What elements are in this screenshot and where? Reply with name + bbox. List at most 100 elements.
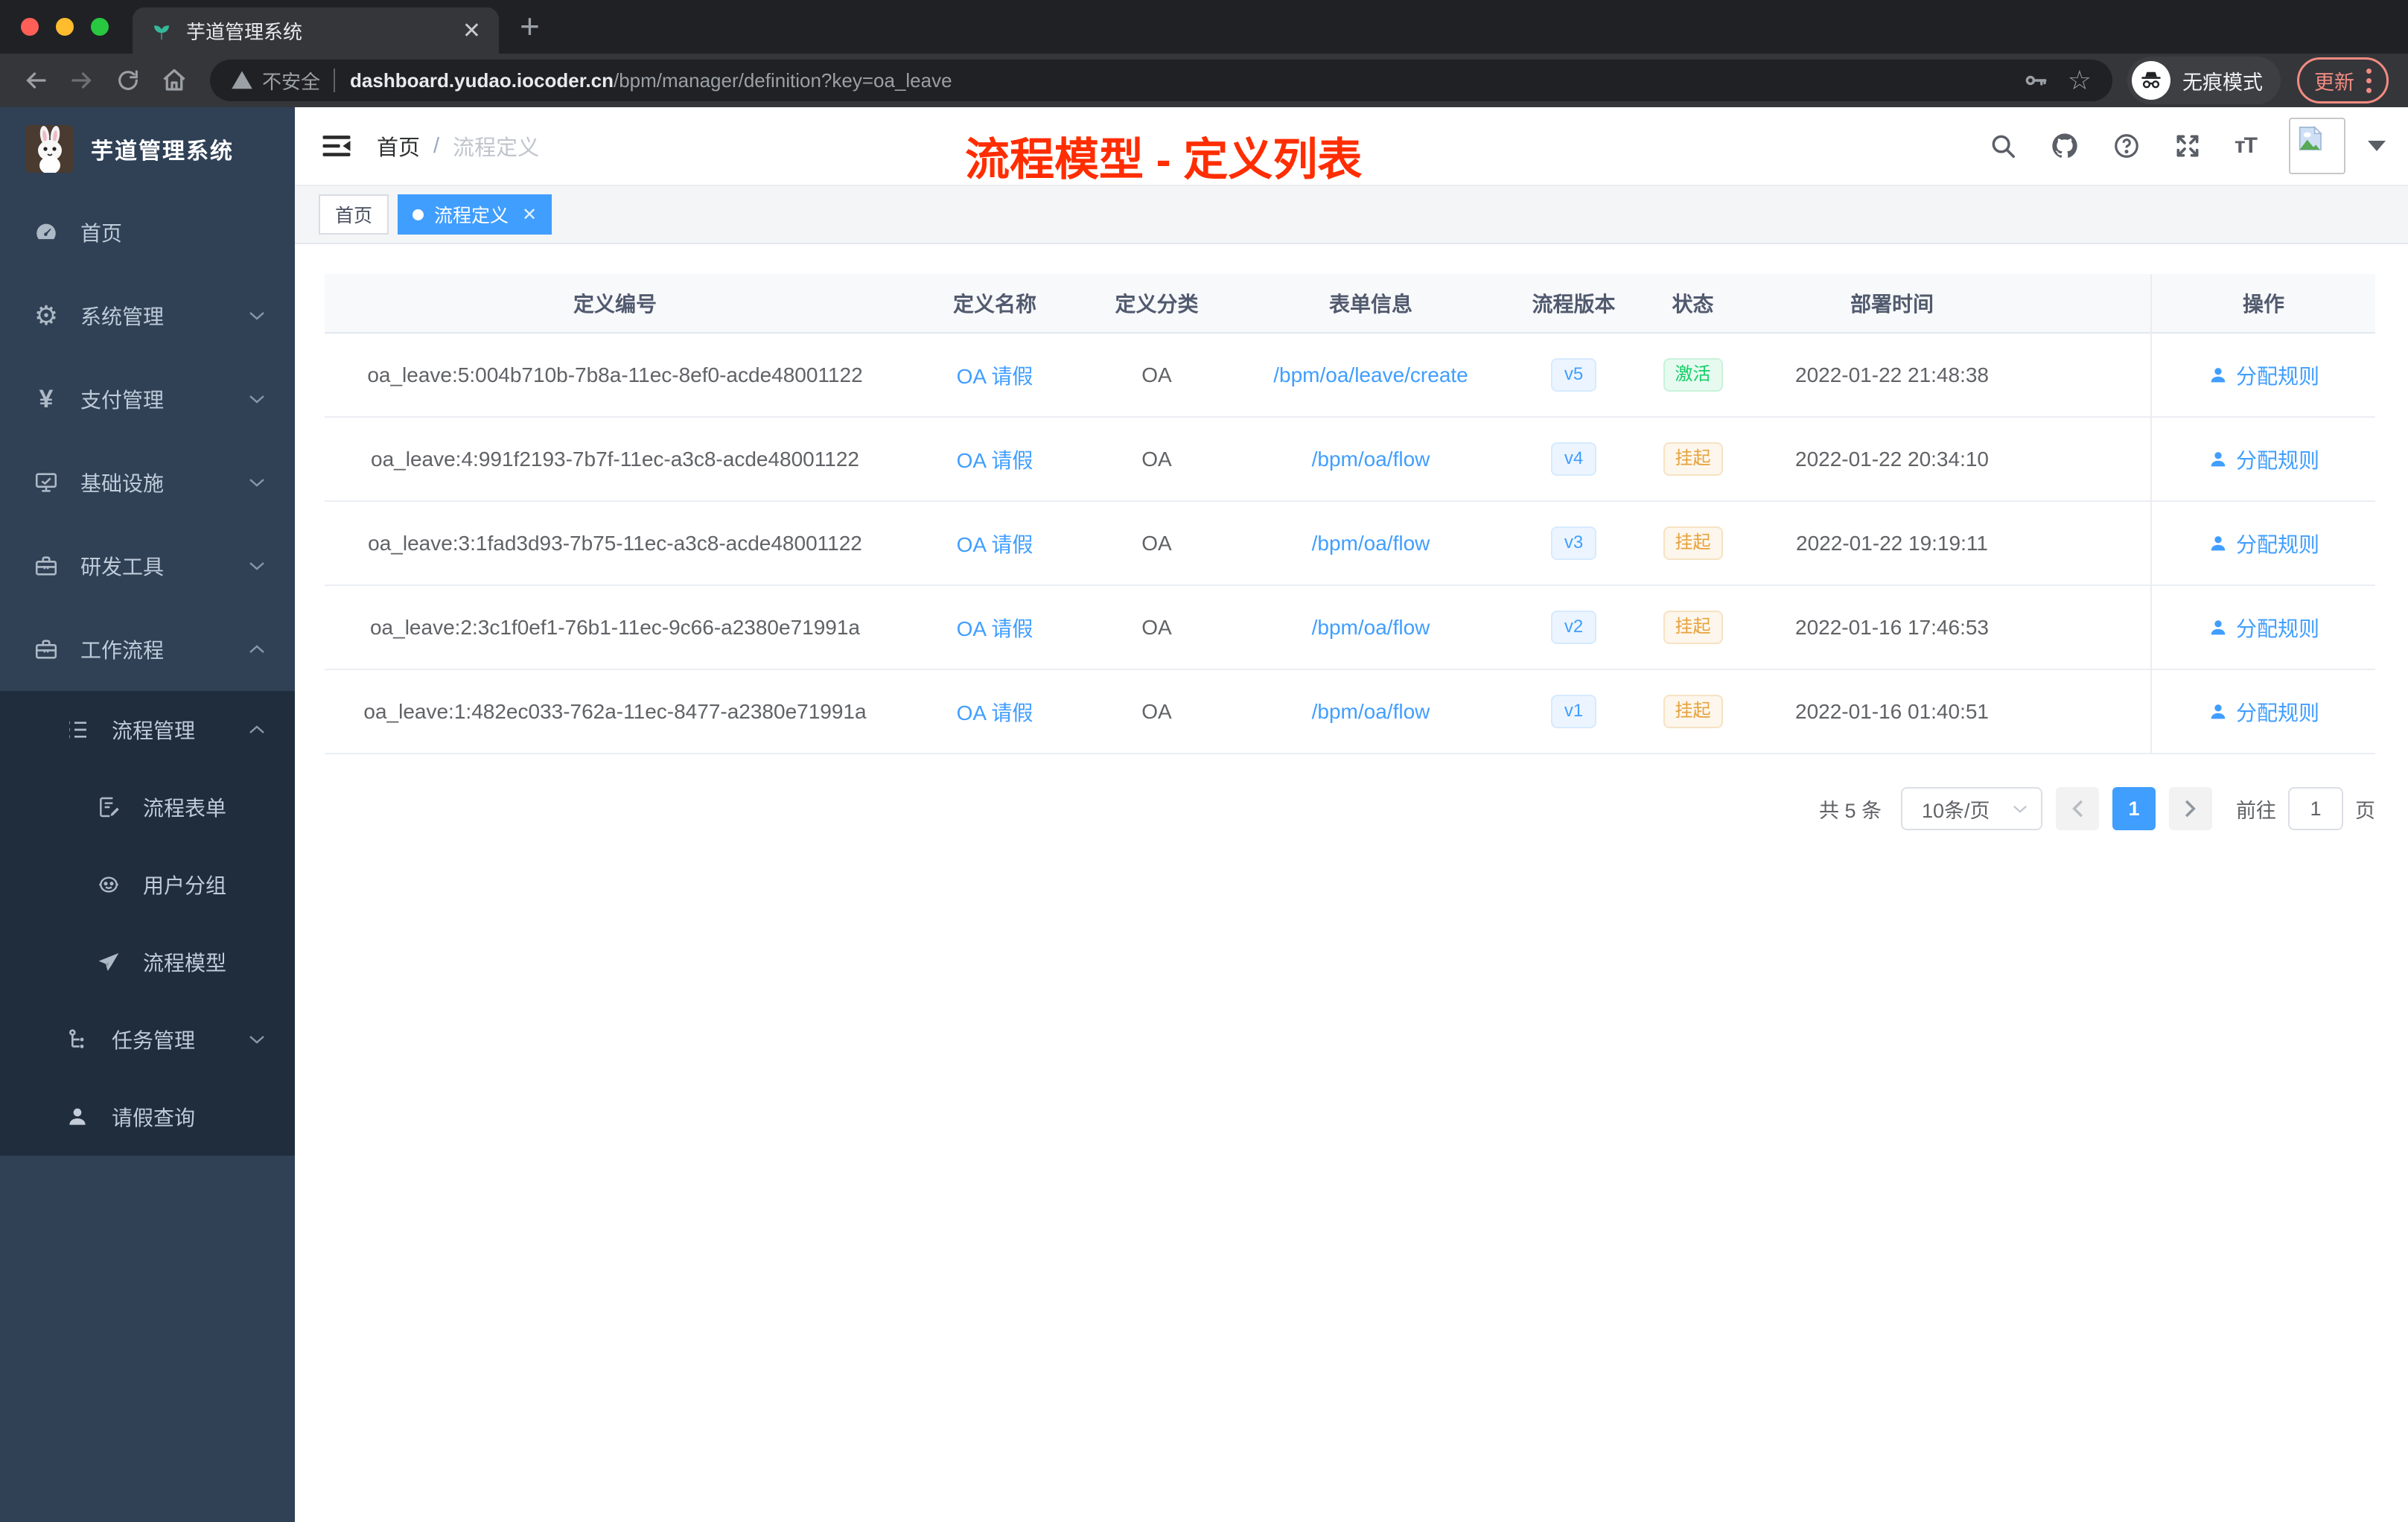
page-unit-label: 页 — [2355, 799, 2375, 822]
assign-rule-button[interactable]: 分配规则 — [2208, 613, 2319, 643]
table-header-row: 定义编号 定义名称 定义分类 表单信息 流程版本 状态 部署时间 操作 — [325, 274, 2375, 334]
update-button[interactable]: 更新 — [2297, 57, 2389, 104]
home-icon[interactable] — [158, 64, 191, 97]
assign-rule-button[interactable]: 分配规则 — [2208, 529, 2319, 558]
sidebar-item-user-group[interactable]: 用户分组 — [0, 846, 295, 923]
browser-tab[interactable]: 芋道管理系统 ✕ — [133, 7, 499, 54]
sidebar-item-home[interactable]: 首页 — [0, 191, 295, 274]
forward-icon[interactable] — [66, 64, 98, 97]
assign-rule-label: 分配规则 — [2235, 617, 2319, 640]
close-window-button[interactable] — [21, 18, 39, 36]
page-size-select[interactable]: 10条/页 — [1901, 787, 2042, 830]
table-row: oa_leave:1:482ec033-762a-11ec-8477-a2380… — [325, 670, 2375, 754]
tag-label: 流程定义 — [434, 206, 509, 226]
main-panel: 流程模型 - 定义列表 首页 / 流程定义 тT 首页 流程定义 ✕ 定义编号 … — [295, 107, 2408, 1522]
prev-page-button[interactable] — [2056, 787, 2099, 830]
tab-close-icon[interactable]: ✕ — [462, 18, 481, 44]
table-row: oa_leave:4:991f2193-7b7f-11ec-a3c8-acde4… — [325, 418, 2375, 502]
sidebar-item-process-model[interactable]: 流程模型 — [0, 923, 295, 1001]
form-link[interactable]: /bpm/oa/flow — [1312, 700, 1430, 724]
assign-rule-button[interactable]: 分配规则 — [2208, 445, 2319, 474]
tag-close-icon[interactable]: ✕ — [522, 204, 537, 226]
goto-label: 前往 — [2236, 799, 2276, 822]
sidebar-item-leave-query[interactable]: 请假查询 — [0, 1078, 295, 1156]
tag-home[interactable]: 首页 — [319, 194, 389, 235]
goto-page-input[interactable]: 1 — [2288, 787, 2343, 830]
form-link[interactable]: /bpm/oa/leave/create — [1273, 363, 1468, 387]
minimize-window-button[interactable] — [56, 18, 74, 36]
definition-name-link[interactable]: OA 请假 — [957, 360, 1033, 390]
definition-name-link[interactable]: OA 请假 — [957, 613, 1033, 643]
user-icon — [2211, 704, 2226, 719]
url-bar[interactable]: 不安全 dashboard.yudao.iocoder.cn/bpm/manag… — [210, 60, 2112, 101]
traffic-lights — [21, 18, 109, 36]
sidebar-item-workflow[interactable]: 工作流程 — [0, 608, 295, 691]
assign-rule-label: 分配规则 — [2235, 701, 2319, 725]
reload-icon[interactable] — [112, 64, 144, 97]
pagination-total: 共 5 条 — [1818, 799, 1882, 822]
assign-rule-button[interactable]: 分配规则 — [2208, 697, 2319, 727]
page-number-button[interactable]: 1 — [2112, 787, 2156, 830]
fullscreen-icon[interactable] — [2173, 132, 2202, 160]
breadcrumb-home[interactable]: 首页 — [377, 130, 420, 162]
sidebar-fold-icon[interactable] — [322, 133, 351, 159]
definition-id: oa_leave:4:991f2193-7b7f-11ec-a3c8-acde4… — [371, 447, 859, 471]
assign-rule-button[interactable]: 分配规则 — [2208, 360, 2319, 390]
org-flow-icon — [64, 1028, 91, 1051]
browser-tabstrip: 芋道管理系统 ✕ + — [0, 0, 2408, 54]
sidebar-item-process-mgmt[interactable]: 流程管理 — [0, 691, 295, 768]
deploy-time: 2022-01-22 21:48:38 — [1795, 363, 1989, 386]
url-domain: dashboard.yudao.iocoder.cn — [350, 69, 614, 92]
not-secure-warning-icon[interactable] — [231, 69, 253, 92]
assign-rule-label: 分配规则 — [2235, 364, 2319, 388]
sidebar-item-label: 研发工具 — [80, 555, 165, 579]
tag-process-definition[interactable]: 流程定义 ✕ — [398, 194, 552, 235]
sidebar-item-system[interactable]: ⚙ 系统管理 — [0, 274, 295, 357]
chevron-left-icon — [2072, 800, 2083, 818]
definition-category: OA — [1141, 699, 1172, 723]
incognito-icon — [2132, 61, 2170, 100]
form-link[interactable]: /bpm/oa/flow — [1312, 448, 1430, 471]
chevron-down-icon — [249, 561, 265, 571]
form-link[interactable]: /bpm/oa/flow — [1312, 616, 1430, 640]
browser-menu-dots-icon[interactable] — [2366, 68, 2372, 93]
key-icon[interactable] — [2023, 68, 2048, 93]
definition-name-link[interactable]: OA 请假 — [957, 445, 1033, 474]
sidebar-item-label: 请假查询 — [112, 1107, 196, 1130]
sidebar-logo-row[interactable]: 芋道管理系统 — [0, 107, 295, 191]
github-icon[interactable] — [2050, 131, 2080, 161]
fixed-column-divider — [2150, 274, 2152, 754]
document-edit-icon — [95, 795, 122, 819]
chevron-up-icon — [249, 725, 265, 735]
bookmark-star-icon[interactable]: ☆ — [2068, 67, 2092, 94]
url-path: /bpm/manager/definition?key=oa_leave — [613, 69, 952, 92]
avatar-caret-icon[interactable] — [2368, 141, 2386, 151]
back-icon[interactable] — [19, 64, 52, 97]
update-label: 更新 — [2314, 71, 2354, 94]
form-link[interactable]: /bpm/oa/flow — [1312, 532, 1430, 555]
chevron-down-icon — [2013, 805, 2027, 813]
next-page-button[interactable] — [2169, 787, 2212, 830]
definition-name-link[interactable]: OA 请假 — [957, 529, 1033, 558]
sidebar-item-label: 基础设施 — [80, 472, 165, 495]
sidebar-item-task-mgmt[interactable]: 任务管理 — [0, 1001, 295, 1078]
status-badge: 挂起 — [1663, 526, 1723, 560]
user-icon — [2211, 451, 2226, 466]
definition-name-link[interactable]: OA 请假 — [957, 697, 1033, 727]
status-badge: 激活 — [1663, 358, 1723, 392]
help-icon[interactable] — [2112, 132, 2141, 160]
sidebar-item-payment[interactable]: ¥ 支付管理 — [0, 357, 295, 441]
sidebar-item-process-form[interactable]: 流程表单 — [0, 768, 295, 846]
pagination: 共 5 条 10条/页 1 前往 1 页 — [325, 787, 2375, 830]
column-header: 定义分类 — [1115, 293, 1199, 316]
avatar[interactable] — [2289, 118, 2345, 174]
font-size-icon[interactable]: тT — [2235, 133, 2258, 159]
sidebar-item-infra[interactable]: 基础设施 — [0, 441, 295, 524]
column-header: 状态 — [1672, 293, 1714, 316]
search-icon[interactable] — [1989, 132, 2017, 160]
new-tab-button[interactable]: + — [520, 9, 540, 43]
tag-active-dot — [413, 208, 424, 220]
sidebar-item-dev-tools[interactable]: 研发工具 — [0, 524, 295, 608]
zoom-window-button[interactable] — [91, 18, 109, 36]
user-icon — [2211, 367, 2226, 382]
